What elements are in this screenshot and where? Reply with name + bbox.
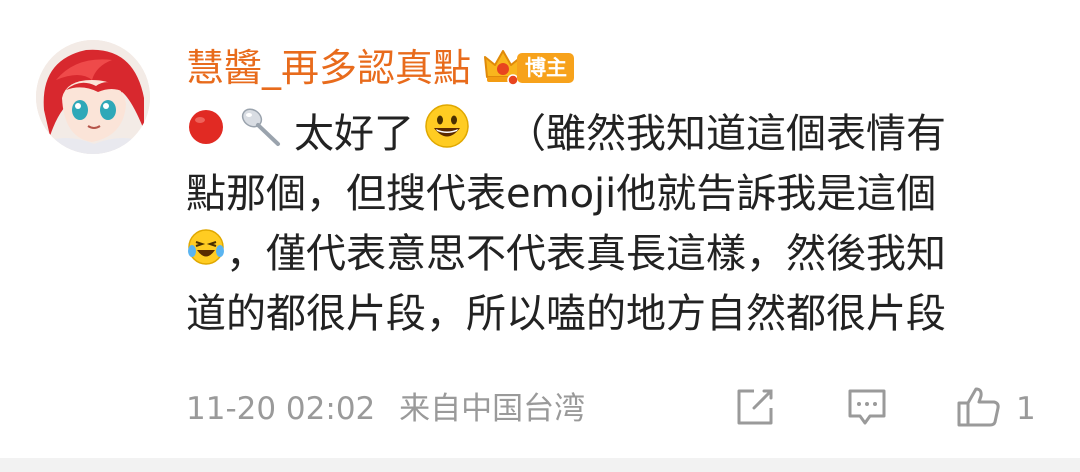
comment-line-1: 太好了 （雖然我知道這個表情有 [186, 104, 1046, 164]
like-count: 1 [1016, 391, 1036, 427]
comment-body: 太好了 （雖然我知道這個表情有 點那個，但搜代表emoji他就告訴我是這個 ，僅… [186, 104, 1046, 344]
share-button[interactable] [734, 387, 776, 431]
comment-footer: 11-20 02:02 来自中国台湾 1 [186, 384, 1046, 434]
share-icon [734, 386, 776, 432]
avatar[interactable] [36, 40, 150, 154]
username[interactable]: 慧醬_再多認真點 [186, 40, 471, 96]
blogger-badge: 博主 [483, 49, 575, 87]
comment-meta: 11-20 02:02 来自中国台湾 [186, 384, 585, 434]
thumbs-up-icon [956, 385, 1002, 433]
location: 来自中国台湾 [399, 391, 586, 427]
comment-line-4: 道的都很片段，所以嗑的地方自然都很片段 [186, 284, 1046, 344]
laughing-crying-emoji [186, 224, 226, 284]
comment-text-1b: （雖然我知道這個表情有 [506, 111, 946, 157]
red-circle-emoji [186, 104, 226, 164]
comment-text-4: 道的都很片段，所以嗑的地方自然都很片段 [186, 291, 946, 337]
timestamp: 11-20 02:02 [186, 391, 376, 427]
comment-text-1a: 太好了 [294, 111, 414, 157]
user-header: 慧醬_再多認真點 博主 [186, 40, 575, 96]
spoon-emoji [236, 104, 284, 164]
comment-line-3: ，僅代表意思不代表真長這樣，然後我知 [186, 224, 1046, 284]
reply-comment-icon [846, 386, 888, 432]
grinning-face-emoji [424, 104, 470, 164]
like-button[interactable]: 1 [956, 387, 1036, 431]
list-divider [0, 458, 1080, 472]
reply-button[interactable] [846, 387, 888, 431]
comment-text-3: ，僅代表意思不代表真長這樣，然後我知 [226, 231, 946, 277]
comment-line-2: 點那個，但搜代表emoji他就告訴我是這個 [186, 164, 1046, 224]
comment-text-2: 點那個，但搜代表emoji他就告訴我是這個 [186, 171, 937, 217]
comment-card: 慧醬_再多認真點 博主 太好了 （雖然我知道這個表情有 點那個，但搜代表emoj… [0, 0, 1080, 458]
badge-label: 博主 [517, 53, 575, 83]
